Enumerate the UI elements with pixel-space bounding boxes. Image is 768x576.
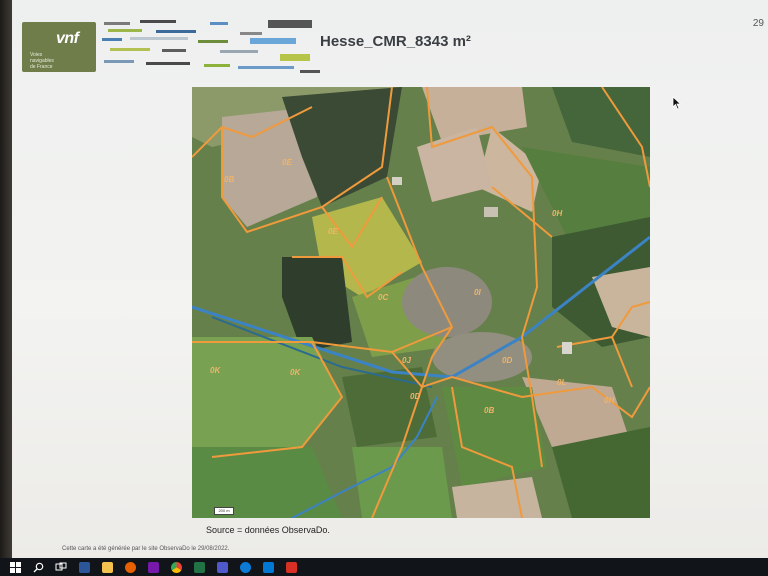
parcel-label: 0K (290, 368, 301, 377)
logo-decorative-stripes (100, 18, 330, 74)
logo-subtitle: Voies navigables de France (30, 52, 54, 70)
vnf-logo: vnf Voies navigables de France (22, 22, 96, 72)
aerial-imagery (192, 87, 650, 518)
aerial-parcel-map[interactable]: 0E 0B 0E 0C 0H 0I 0J 0D 0K 0K 0D 0L 0H 0… (192, 87, 650, 518)
logo-brand: vnf (56, 30, 79, 47)
parcel-label: 0C (378, 293, 389, 302)
file-explorer-icon[interactable] (99, 560, 115, 574)
document-title: Hesse_CMR_8343 m² (320, 33, 471, 50)
windows-taskbar (0, 558, 768, 576)
task-view-icon[interactable] (53, 560, 69, 574)
parcel-label: 0E (328, 227, 338, 236)
parcel-label: 0J (402, 356, 411, 365)
outlook-icon[interactable] (260, 560, 276, 574)
parcel-label: 0D (410, 392, 421, 401)
firefox-icon[interactable] (122, 560, 138, 574)
footer-note: Cette carte a été générée par le site Ob… (62, 546, 230, 552)
parcel-label: 0H (552, 209, 563, 218)
onenote-icon[interactable] (145, 560, 161, 574)
parcel-label: 0K (210, 366, 221, 375)
parcel-label: 0B (484, 406, 495, 415)
parcel-label: 0I (474, 288, 481, 297)
search-icon[interactable] (30, 560, 46, 574)
word-icon[interactable] (76, 560, 92, 574)
map-scale-bar: 200 m (214, 507, 234, 515)
parcel-label: 0B (224, 175, 235, 184)
parcel-label: 0L (557, 378, 567, 387)
edge-icon[interactable] (237, 560, 253, 574)
teams-icon[interactable] (214, 560, 230, 574)
chrome-icon[interactable] (168, 560, 184, 574)
acrobat-icon[interactable] (283, 560, 299, 574)
excel-icon[interactable] (191, 560, 207, 574)
parcel-label: 0H (604, 396, 615, 405)
page-number: 29 (752, 18, 764, 29)
windows-start-icon[interactable] (7, 560, 23, 574)
parcel-label: 0D (502, 356, 513, 365)
source-caption: Source = données ObservaDo. (206, 525, 330, 535)
parcel-label: 0E (282, 158, 292, 167)
mouse-cursor-icon (672, 96, 682, 110)
